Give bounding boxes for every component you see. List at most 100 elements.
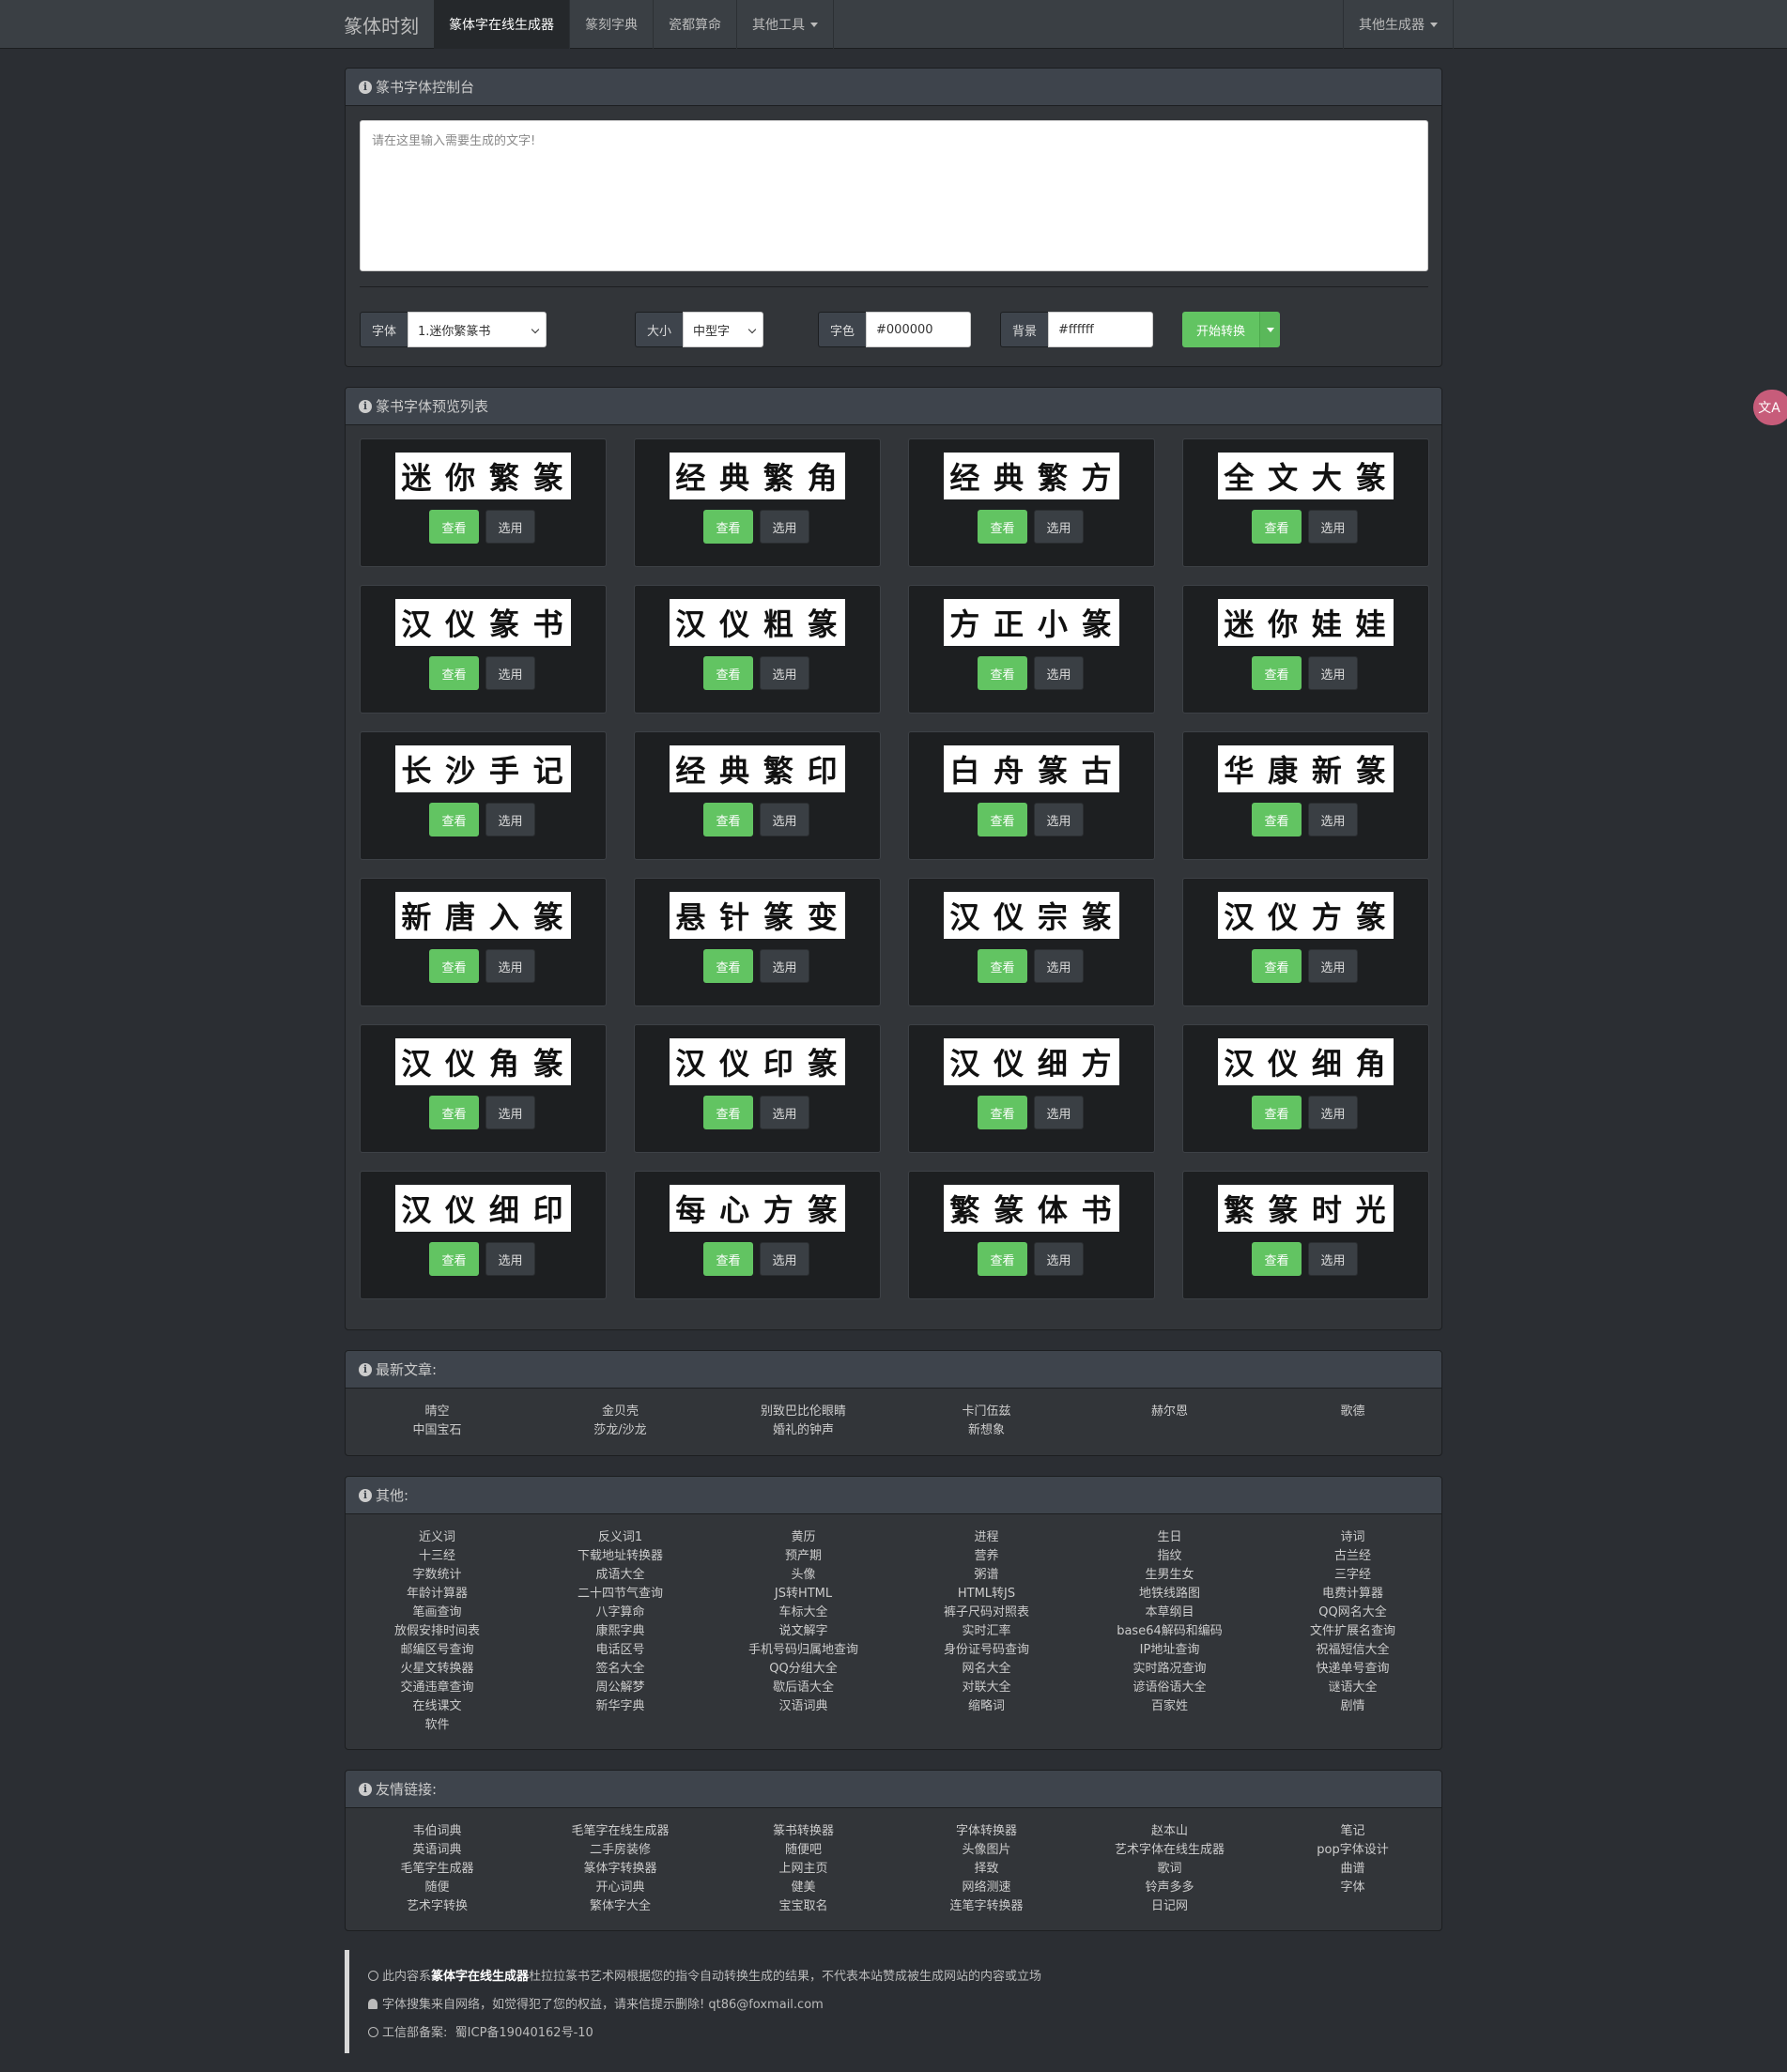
view-button[interactable]: 查看 xyxy=(1252,949,1302,983)
other-tool-link[interactable]: JS转HTML xyxy=(748,1585,858,1604)
select-button[interactable]: 选用 xyxy=(760,1242,809,1276)
friend-link[interactable]: 宝宝取名 xyxy=(773,1897,834,1916)
other-tool-link[interactable]: 对联大全 xyxy=(944,1679,1029,1697)
other-tool-link[interactable]: 预产期 xyxy=(748,1547,858,1566)
other-tool-link[interactable]: 生男生女 xyxy=(1117,1566,1223,1585)
other-tool-link[interactable]: 十三经 xyxy=(394,1547,480,1566)
view-button[interactable]: 查看 xyxy=(978,1096,1027,1129)
other-tool-link[interactable]: 周公解梦 xyxy=(578,1679,663,1697)
other-tool-link[interactable]: 地铁线路图 xyxy=(1117,1585,1223,1604)
select-button[interactable]: 选用 xyxy=(1034,803,1084,836)
nav-other-generators-dropdown[interactable]: 其他生成器 xyxy=(1343,0,1454,49)
other-tool-link[interactable]: 邮编区号查询 xyxy=(394,1641,480,1660)
friend-link[interactable]: 随便吧 xyxy=(773,1841,834,1860)
select-button[interactable]: 选用 xyxy=(1034,510,1084,544)
other-tool-link[interactable]: IP地址查询 xyxy=(1117,1641,1223,1660)
select-button[interactable]: 选用 xyxy=(1308,803,1358,836)
view-button[interactable]: 查看 xyxy=(978,949,1027,983)
article-link[interactable]: 金贝壳 xyxy=(593,1403,646,1421)
other-tool-link[interactable]: 年龄计算器 xyxy=(394,1585,480,1604)
other-tool-link[interactable]: 网名大全 xyxy=(944,1660,1029,1679)
other-tool-link[interactable]: 车标大全 xyxy=(748,1604,858,1622)
translate-float-button[interactable]: 文A xyxy=(1753,390,1787,425)
size-select[interactable]: 中型字 xyxy=(683,312,764,347)
article-link[interactable]: 婚礼的钟声 xyxy=(761,1421,846,1440)
view-button[interactable]: 查看 xyxy=(429,510,479,544)
friend-link[interactable]: 字体 xyxy=(1317,1879,1388,1897)
other-tool-link[interactable]: 字数统计 xyxy=(394,1566,480,1585)
other-tool-link[interactable]: 文件扩展名查询 xyxy=(1310,1622,1395,1641)
nav-zhuanti-generator[interactable]: 篆体字在线生成器 xyxy=(434,0,570,49)
friend-link[interactable]: 日记网 xyxy=(1115,1897,1225,1916)
view-button[interactable]: 查看 xyxy=(429,1096,479,1129)
other-tool-link[interactable]: 说文解字 xyxy=(748,1622,858,1641)
select-button[interactable]: 选用 xyxy=(760,656,809,690)
other-tool-link[interactable]: 下载地址转换器 xyxy=(578,1547,663,1566)
other-tool-link[interactable]: 古兰经 xyxy=(1310,1547,1395,1566)
other-tool-link[interactable]: 康熙字典 xyxy=(578,1622,663,1641)
friend-link[interactable]: 字体转换器 xyxy=(949,1822,1023,1841)
other-tool-link[interactable]: 在线课文 xyxy=(394,1697,480,1716)
select-button[interactable]: 选用 xyxy=(1308,510,1358,544)
friend-link[interactable]: 上网主页 xyxy=(773,1860,834,1879)
select-button[interactable]: 选用 xyxy=(1034,1096,1084,1129)
article-link[interactable]: 歌德 xyxy=(1340,1403,1364,1421)
friend-link[interactable]: 头像图片 xyxy=(949,1841,1023,1860)
view-button[interactable]: 查看 xyxy=(978,803,1027,836)
other-tool-link[interactable]: 指纹 xyxy=(1117,1547,1223,1566)
other-tool-link[interactable]: 谜语大全 xyxy=(1310,1679,1395,1697)
view-button[interactable]: 查看 xyxy=(429,803,479,836)
friend-link[interactable]: 赵本山 xyxy=(1115,1822,1225,1841)
brand-link[interactable]: 篆体时刻 xyxy=(331,0,434,49)
other-tool-link[interactable]: 成语大全 xyxy=(578,1566,663,1585)
select-button[interactable]: 选用 xyxy=(485,510,535,544)
other-tool-link[interactable]: 身份证号码查询 xyxy=(944,1641,1029,1660)
footer-icp-link[interactable]: 蜀ICP备19040162号-10 xyxy=(455,2026,593,2040)
other-tool-link[interactable]: 放假安排时间表 xyxy=(394,1622,480,1641)
friend-link[interactable]: 艺术字转换 xyxy=(400,1897,473,1916)
nav-seal-dictionary[interactable]: 篆刻字典 xyxy=(570,0,654,49)
other-tool-link[interactable]: 实时路况查询 xyxy=(1117,1660,1223,1679)
nav-fortune[interactable]: 瓷都算命 xyxy=(654,0,737,49)
friend-link[interactable]: 笔记 xyxy=(1317,1822,1388,1841)
background-input[interactable]: #ffffff xyxy=(1048,312,1154,347)
convert-dropdown-toggle[interactable] xyxy=(1259,312,1280,347)
other-tool-link[interactable]: 八字算命 xyxy=(578,1604,663,1622)
select-button[interactable]: 选用 xyxy=(1308,1242,1358,1276)
other-tool-link[interactable]: 百家姓 xyxy=(1117,1697,1223,1716)
other-tool-link[interactable]: 生日 xyxy=(1117,1528,1223,1547)
view-button[interactable]: 查看 xyxy=(978,1242,1027,1276)
select-button[interactable]: 选用 xyxy=(485,1096,535,1129)
friend-link[interactable]: 健美 xyxy=(773,1879,834,1897)
other-tool-link[interactable]: QQ网名大全 xyxy=(1310,1604,1395,1622)
select-button[interactable]: 选用 xyxy=(760,1096,809,1129)
friend-link[interactable]: 开心词典 xyxy=(571,1879,669,1897)
other-tool-link[interactable]: 歇后语大全 xyxy=(748,1679,858,1697)
other-tool-link[interactable]: 祝福短信大全 xyxy=(1310,1641,1395,1660)
article-link[interactable]: 莎龙/沙龙 xyxy=(593,1421,646,1440)
friend-link[interactable]: 毛笔字在线生成器 xyxy=(571,1822,669,1841)
view-button[interactable]: 查看 xyxy=(429,1242,479,1276)
other-tool-link[interactable]: base64解码和编码 xyxy=(1117,1622,1223,1641)
friend-link[interactable]: 篆书转换器 xyxy=(773,1822,834,1841)
select-button[interactable]: 选用 xyxy=(1308,949,1358,983)
friend-link[interactable]: 网络测速 xyxy=(949,1879,1023,1897)
view-button[interactable]: 查看 xyxy=(1252,510,1302,544)
other-tool-link[interactable]: 近义词 xyxy=(394,1528,480,1547)
view-button[interactable]: 查看 xyxy=(1252,803,1302,836)
text-input[interactable] xyxy=(360,120,1428,271)
friend-link[interactable]: 连笔字转换器 xyxy=(949,1897,1023,1916)
other-tool-link[interactable]: 营养 xyxy=(944,1547,1029,1566)
select-button[interactable]: 选用 xyxy=(1034,949,1084,983)
article-link[interactable]: 卡门伍兹 xyxy=(962,1403,1010,1421)
other-tool-link[interactable]: 快递单号查询 xyxy=(1310,1660,1395,1679)
friend-link[interactable]: 择致 xyxy=(949,1860,1023,1879)
other-tool-link[interactable]: 进程 xyxy=(944,1528,1029,1547)
other-tool-link[interactable]: 电话区号 xyxy=(578,1641,663,1660)
font-select[interactable]: 1.迷你繁篆书 xyxy=(408,312,547,347)
view-button[interactable]: 查看 xyxy=(1252,1242,1302,1276)
view-button[interactable]: 查看 xyxy=(978,510,1027,544)
friend-link[interactable]: pop字体设计 xyxy=(1317,1841,1388,1860)
select-button[interactable]: 选用 xyxy=(1308,656,1358,690)
select-button[interactable]: 选用 xyxy=(485,656,535,690)
